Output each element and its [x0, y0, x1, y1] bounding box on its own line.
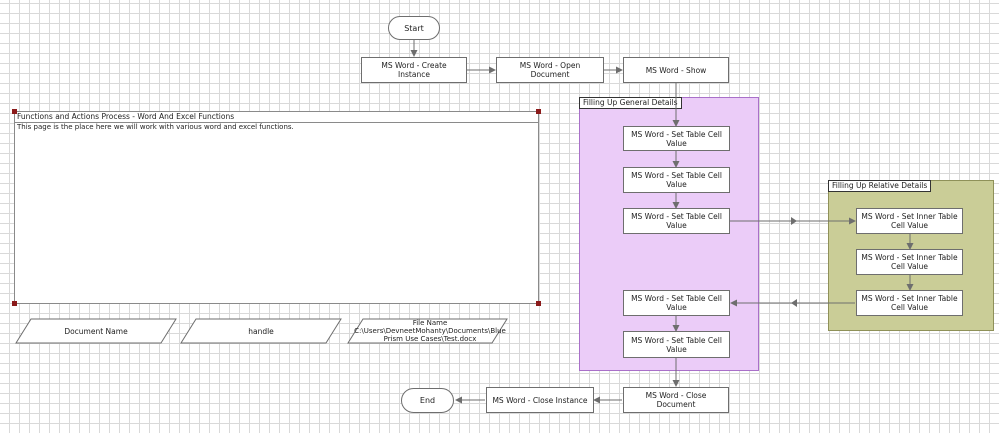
- process-canvas[interactable]: Filling Up General Details Filling Up Re…: [0, 0, 999, 433]
- data-item-handle[interactable]: handle: [187, 319, 335, 343]
- data-item-shapes: [15, 318, 508, 344]
- data-item-file-name[interactable]: File Name C:\Users\DevneetMohanty\Docume…: [350, 316, 510, 346]
- data-item-document-name[interactable]: Document Name: [22, 319, 170, 343]
